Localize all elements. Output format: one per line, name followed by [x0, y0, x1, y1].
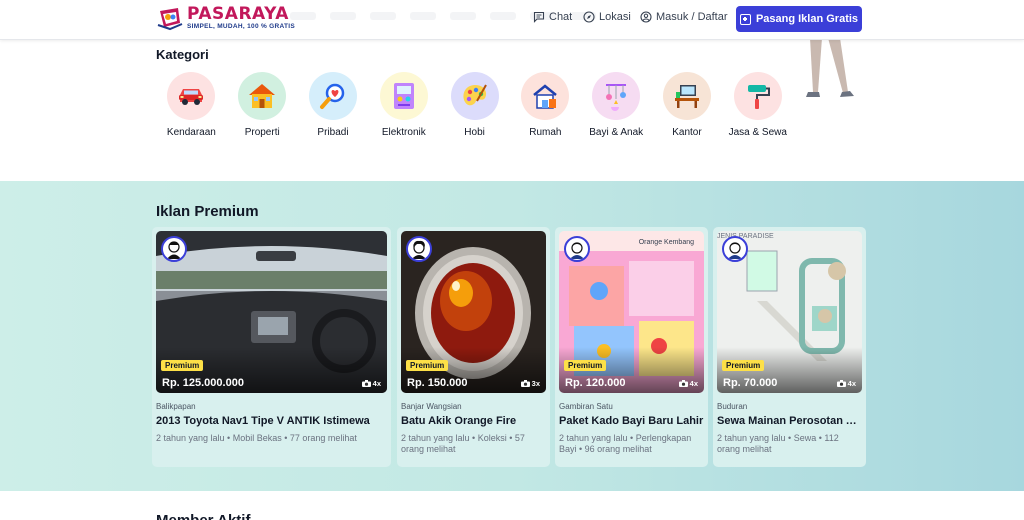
electronics-icon [379, 72, 428, 120]
lokasi-label: Lokasi [599, 11, 631, 23]
premium-card[interactable]: Orange Kembang Premium Rp. 120.000 4x Ga… [555, 227, 708, 467]
magnifier-heart-icon [308, 72, 357, 120]
photo-count: 4x [361, 379, 381, 388]
premium-section: Iklan Premium Premium Rp. 125.000.000 4x… [0, 181, 1024, 491]
listing-location: Balikpapan [156, 402, 196, 411]
category-label: Rumah [529, 127, 562, 138]
desk-icon [662, 72, 711, 120]
seller-avatar[interactable] [161, 236, 187, 262]
house-icon [238, 72, 287, 120]
premium-badge: Premium [722, 360, 765, 371]
camera-icon [678, 380, 688, 387]
category-pribadi[interactable]: Pribadi [298, 72, 369, 138]
premium-card[interactable]: Premium Rp. 150.000 3x Banjar Wangsian B… [397, 227, 550, 467]
listing-image[interactable]: JENIS PARADISE Premium Rp. 70.000 4x [717, 231, 862, 393]
listing-image[interactable]: Orange Kembang Premium Rp. 120.000 4x [559, 231, 704, 393]
listing-title[interactable]: Sewa Mainan Perosotan Anak [717, 415, 862, 427]
chat-link[interactable]: Chat [533, 11, 572, 23]
listing-meta: 2 tahun yang lalu • Sewa • 112 orang mel… [717, 433, 839, 454]
listing-price: Rp. 150.000 [407, 377, 468, 389]
photo-count: 4x [836, 379, 856, 388]
category-hobi[interactable]: Hobi [439, 72, 510, 138]
camera-icon [836, 380, 846, 387]
premium-heading: Iklan Premium [156, 203, 259, 220]
category-kantor[interactable]: Kantor [652, 72, 723, 138]
top-navbar: PASARAYA SIMPEL, MUDAH, 100 % GRATIS Cha… [0, 0, 1024, 40]
listing-title[interactable]: Batu Akik Orange Fire [401, 415, 546, 427]
home-tools-icon [521, 72, 570, 120]
listing-location: Banjar Wangsian [401, 402, 462, 411]
pasang-iklan-label: Pasang Iklan Gratis [755, 13, 859, 25]
logo-tagline: SIMPEL, MUDAH, 100 % GRATIS [187, 23, 296, 30]
palette-icon [450, 72, 499, 120]
category-bayi-anak[interactable]: Bayi & Anak [581, 72, 652, 138]
category-label: Kendaraan [166, 127, 216, 138]
listing-title[interactable]: Paket Kado Bayi Baru Lahir [559, 415, 704, 427]
login-link[interactable]: Masuk / Daftar [640, 11, 728, 23]
chat-label: Chat [549, 11, 573, 23]
person-legs-illustration [806, 38, 854, 97]
category-properti[interactable]: Properti [227, 72, 298, 138]
premium-badge: Premium [564, 360, 607, 371]
category-label: Bayi & Anak [589, 127, 644, 138]
premium-badge: Premium [161, 360, 204, 371]
pasaraya-logo[interactable]: PASARAYA SIMPEL, MUDAH, 100 % GRATIS [156, 5, 295, 31]
category-label: Jasa & Sewa [728, 127, 787, 138]
chat-icon [533, 11, 545, 23]
pasang-iklan-button[interactable]: Pasang Iklan Gratis [736, 6, 862, 32]
category-kendaraan[interactable]: Kendaraan [156, 72, 227, 138]
seller-avatar[interactable] [564, 236, 590, 262]
premium-card[interactable]: JENIS PARADISE Premium Rp. 70.000 4x Bud… [713, 227, 866, 467]
camera-icon [520, 380, 530, 387]
seller-avatar[interactable] [722, 236, 748, 262]
category-label: Hobi [464, 127, 485, 138]
car-icon [167, 72, 216, 120]
user-icon [640, 11, 652, 23]
photo-count: 4x [678, 379, 698, 388]
category-label: Properti [244, 127, 280, 138]
category-jasa-sewa[interactable]: Jasa & Sewa [722, 72, 793, 138]
category-label: Pribadi [317, 127, 349, 138]
member-aktif-heading: Member Aktif [156, 512, 250, 520]
listing-location: Buduran [717, 402, 748, 411]
listing-price: Rp. 125.000.000 [162, 377, 244, 389]
image-caption: Orange Kembang [638, 239, 694, 246]
listing-meta: 2 tahun yang lalu • Mobil Bekas • 77 ora… [156, 433, 357, 443]
category-label: Elektronik [381, 127, 426, 138]
logo-title: PASARAYA [187, 4, 289, 24]
login-label: Masuk / Daftar [656, 11, 728, 23]
category-label: Kantor [672, 127, 702, 138]
listing-image[interactable]: Premium Rp. 150.000 3x [401, 231, 546, 393]
logo-mark-icon [156, 5, 184, 31]
plus-square-icon [739, 13, 751, 25]
category-elektronik[interactable]: Elektronik [368, 72, 439, 138]
lokasi-link[interactable]: Lokasi [583, 11, 631, 23]
listing-title[interactable]: 2013 Toyota Nav1 Tipe V ANTIK Istimewa [156, 415, 387, 427]
listing-meta: 2 tahun yang lalu • Perlengkapan Bayi • … [559, 433, 692, 454]
listing-price: Rp. 120.000 [565, 377, 626, 389]
paint-roller-icon [733, 72, 782, 120]
compass-icon [583, 11, 595, 23]
photo-count: 3x [520, 379, 540, 388]
seller-avatar[interactable] [406, 236, 432, 262]
listing-meta: 2 tahun yang lalu • Koleksi • 57 orang m… [401, 433, 525, 454]
camera-icon [361, 380, 371, 387]
baby-mobile-icon [592, 72, 641, 120]
premium-badge: Premium [406, 360, 449, 371]
category-rumah[interactable]: Rumah [510, 72, 581, 138]
listing-price: Rp. 70.000 [723, 377, 778, 389]
listing-image[interactable]: Premium Rp. 125.000.000 4x [156, 231, 387, 393]
kategori-heading: Kategori [156, 47, 209, 62]
premium-card[interactable]: Premium Rp. 125.000.000 4x Balikpapan 20… [152, 227, 391, 467]
listing-location: Gambiran Satu [559, 402, 613, 411]
category-list: Kendaraan Properti Pribadi Elektronik Ho… [156, 72, 793, 138]
